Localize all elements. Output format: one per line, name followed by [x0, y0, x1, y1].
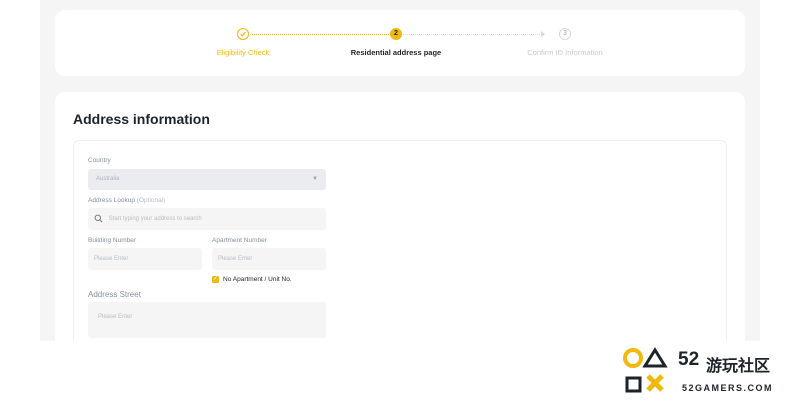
- country-value: Australia: [96, 176, 120, 182]
- country-label: Country: [88, 157, 111, 164]
- check-icon: [237, 28, 249, 40]
- app-screen: Eligibility Check 2 Residential address …: [40, 0, 760, 341]
- address-street-input[interactable]: Please Enter: [88, 302, 326, 338]
- building-number-input[interactable]: Please Enter: [88, 248, 202, 270]
- watermark-logo: 52 游玩社区 52GAMERS.COM: [622, 345, 794, 401]
- step-residential-address: 2 Residential address page: [346, 28, 446, 57]
- watermark-site: 52GAMERS.COM: [682, 383, 774, 393]
- search-icon: [94, 214, 103, 223]
- optional-tag: (Optional): [136, 197, 166, 204]
- step-label: Residential address page: [350, 48, 442, 57]
- step-eligibility-check: Eligibility Check: [203, 28, 283, 57]
- no-apartment-checkbox[interactable]: ✓: [212, 276, 219, 283]
- progress-stepper: Eligibility Check 2 Residential address …: [55, 10, 745, 76]
- watermark-number: 52: [678, 349, 700, 370]
- address-street-label: Address Street: [88, 290, 141, 299]
- address-form: Country Australia ▼ Address Lookup (Opti…: [73, 140, 727, 341]
- step-number-badge: 3: [559, 28, 571, 40]
- address-lookup-placeholder: Start typing your address to search: [108, 216, 202, 222]
- no-apartment-label: No Apartment / Unit No.: [223, 276, 292, 283]
- apartment-number-input[interactable]: Please Enter: [212, 248, 326, 270]
- address-section: Address information Country Australia ▼ …: [55, 92, 745, 341]
- chevron-down-icon: ▼: [312, 176, 318, 182]
- address-lookup-label: Address Lookup (Optional): [88, 197, 166, 204]
- page-title: Address information: [73, 111, 210, 127]
- building-number-label: Building Number: [88, 237, 137, 244]
- watermark-chinese-text: 游玩社区: [706, 358, 771, 375]
- step-label: Confirm ID Information: [527, 48, 603, 57]
- step-confirm-id: 3 Confirm ID Information: [515, 28, 615, 57]
- country-select[interactable]: Australia ▼: [88, 169, 326, 190]
- address-lookup-input[interactable]: Start typing your address to search: [88, 208, 326, 230]
- step-label: Eligibility Check: [216, 48, 270, 57]
- step-number-badge: 2: [390, 28, 402, 40]
- apartment-number-label: Apartment Number: [212, 237, 267, 244]
